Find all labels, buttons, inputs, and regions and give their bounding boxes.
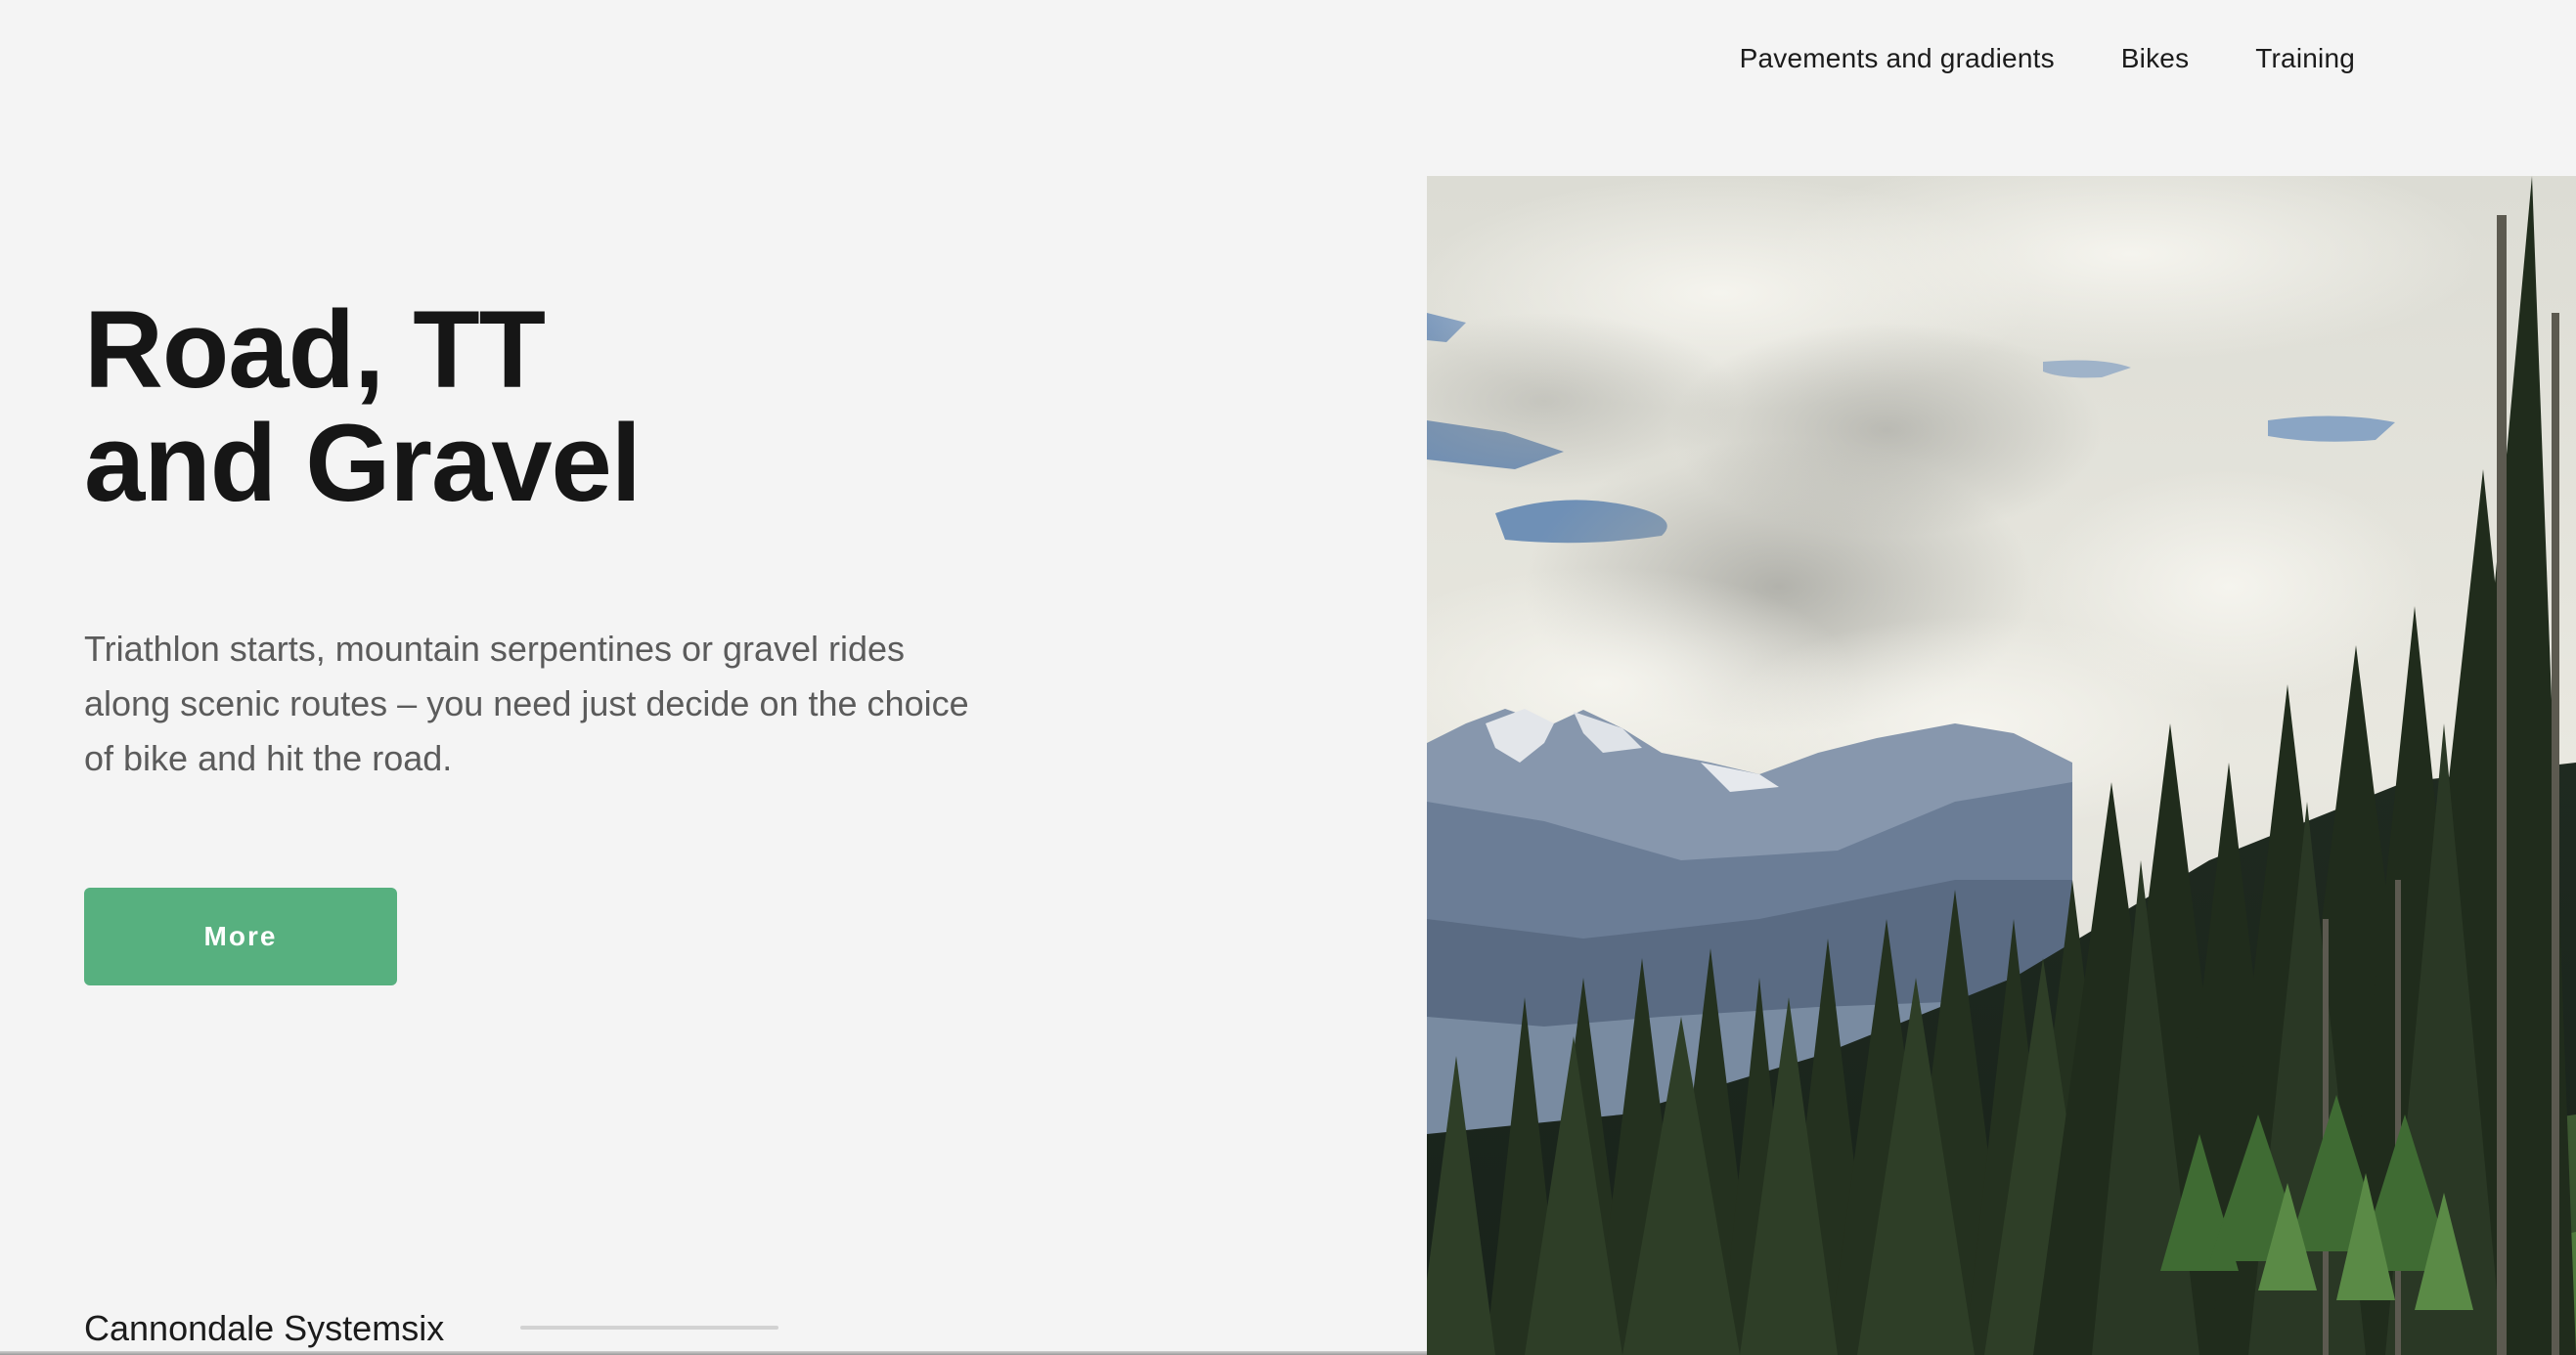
nav-item-pavements-and-gradients[interactable]: Pavements and gradients: [1740, 43, 2055, 74]
main-nav: Pavements and gradients Bikes Training: [1740, 43, 2355, 74]
page: Pavements and gradients Bikes Training R…: [0, 0, 2576, 1355]
slide-progress-bar: [520, 1326, 778, 1330]
hero-image: [1427, 176, 2576, 1355]
hero-description: Triathlon starts, mountain serpentines o…: [84, 629, 969, 778]
hero-title-line-2: and Gravel: [84, 402, 642, 524]
hero-title-line-1: Road, TT: [84, 288, 546, 411]
hero-image-landscape: [1427, 176, 2576, 1355]
nav-item-bikes[interactable]: Bikes: [2121, 43, 2189, 74]
nav-item-training[interactable]: Training: [2255, 43, 2355, 74]
bottom-divider: [0, 1351, 1427, 1355]
slide-caption: Cannondale Systemsix: [84, 1308, 445, 1348]
more-button[interactable]: More: [84, 888, 397, 985]
hero-title: Road, TT and Gravel: [84, 288, 642, 524]
